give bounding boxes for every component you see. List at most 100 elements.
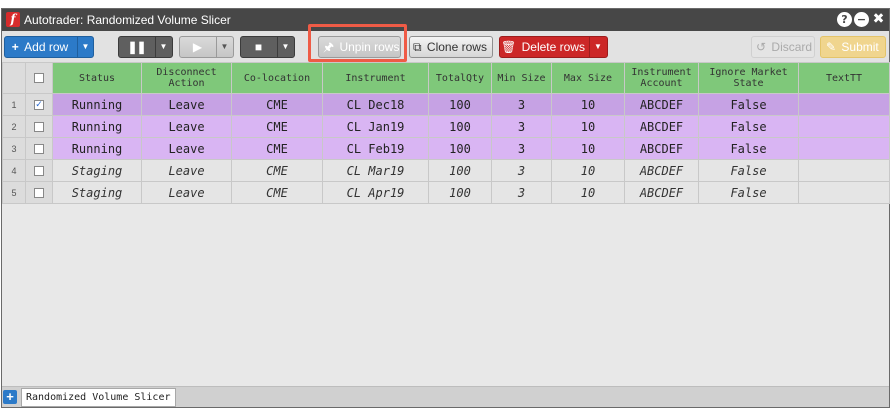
checked-checkbox[interactable]: ✓	[34, 100, 44, 110]
add-row-main[interactable]: + Add row	[5, 37, 77, 57]
table-cell[interactable]: Leave	[141, 137, 232, 160]
select-all-checkbox[interactable]	[34, 72, 44, 83]
table-cell[interactable]: 3	[491, 137, 552, 160]
table-cell[interactable]: 100	[428, 181, 492, 204]
clone-rows-button[interactable]: ⧉ Clone rows	[409, 36, 493, 58]
table-cell[interactable]: Leave	[141, 159, 232, 182]
column-header[interactable]: TotalQty	[428, 62, 492, 94]
table-cell[interactable]: 10	[551, 93, 625, 116]
table-cell[interactable]: 3	[491, 181, 552, 204]
table-cell[interactable]: CME	[231, 115, 323, 138]
column-header[interactable]: TextTT	[798, 62, 890, 94]
table-cell[interactable]: 100	[428, 137, 492, 160]
column-header[interactable]: Instrument	[322, 62, 429, 94]
play-button[interactable]: ▶ ▼	[179, 36, 234, 58]
table-cell[interactable]: CME	[231, 93, 323, 116]
table-cell[interactable]	[798, 93, 890, 116]
table-row[interactable]: 4 Staging Leave CME CL Mar19 100 3 10 ABCDEF Fals…	[2, 159, 890, 182]
row-checkbox[interactable]	[34, 144, 44, 154]
stop-icon[interactable]: ■	[241, 37, 276, 57]
pause-button[interactable]: ❚❚ ▼	[118, 36, 173, 58]
table-cell[interactable]: ABCDEF	[624, 115, 699, 138]
stop-button[interactable]: ■ ▼	[240, 36, 295, 58]
row-checkbox-cell[interactable]	[25, 115, 53, 138]
close-icon[interactable]: ✖	[871, 12, 886, 27]
table-cell[interactable]: Running	[52, 115, 142, 138]
column-header[interactable]: Max Size	[551, 62, 625, 94]
row-checkbox-cell[interactable]: ✓	[25, 93, 53, 116]
table-cell[interactable]: ABCDEF	[624, 181, 699, 204]
row-checkbox[interactable]	[34, 166, 44, 176]
row-checkbox-cell[interactable]	[25, 137, 53, 160]
table-row[interactable]: 2 Running Leave CME CL Jan19 100 3 10 ABCDEF Fals…	[2, 115, 890, 138]
minimize-icon[interactable]: −	[854, 12, 869, 27]
row-checkbox-cell[interactable]	[25, 181, 53, 204]
table-cell[interactable]: ABCDEF	[624, 137, 699, 160]
table-cell[interactable]: False	[698, 93, 799, 116]
add-row-dropdown-icon[interactable]: ▼	[77, 37, 93, 57]
submit-button[interactable]: ✎ Submit	[820, 36, 886, 58]
add-tab-icon[interactable]: +	[3, 390, 17, 404]
table-cell[interactable]: CME	[231, 181, 323, 204]
table-cell[interactable]: False	[698, 115, 799, 138]
pause-icon[interactable]: ❚❚	[119, 37, 154, 57]
table-cell[interactable]: 3	[491, 159, 552, 182]
table-cell[interactable]: False	[698, 137, 799, 160]
table-cell[interactable]: Leave	[141, 181, 232, 204]
play-icon[interactable]: ▶	[180, 37, 215, 57]
row-checkbox-cell[interactable]	[25, 159, 53, 182]
table-cell[interactable]: 100	[428, 93, 492, 116]
table-cell[interactable]	[798, 137, 890, 160]
column-header[interactable]: Instrument Account	[624, 62, 699, 94]
table-cell[interactable]: Running	[52, 93, 142, 116]
table-cell[interactable]: Staging	[52, 159, 142, 182]
delete-rows-main[interactable]: 🗑 Delete rows	[500, 37, 588, 57]
table-cell[interactable]: 10	[551, 115, 625, 138]
help-icon[interactable]: ?	[837, 12, 852, 27]
table-cell[interactable]: 3	[491, 93, 552, 116]
table-row[interactable]: 5 Staging Leave CME CL Apr19 100 3 10 ABCDEF Fals…	[2, 181, 890, 204]
table-cell[interactable]	[798, 159, 890, 182]
table-row[interactable]: 3 Running Leave CME CL Feb19 100 3 10 ABCDEF Fals…	[2, 137, 890, 160]
table-cell[interactable]: Leave	[141, 115, 232, 138]
table-cell[interactable]: False	[698, 159, 799, 182]
table-cell[interactable]: CL Jan19	[322, 115, 429, 138]
table-row[interactable]: 1 ✓ Running Leave CME CL Dec18 100 3 10 ABCDEF Fal…	[2, 93, 890, 116]
select-all-header[interactable]	[25, 62, 53, 94]
pause-dropdown-icon[interactable]: ▼	[155, 37, 171, 57]
table-cell[interactable]: Running	[52, 137, 142, 160]
row-checkbox[interactable]	[34, 188, 44, 198]
row-checkbox[interactable]	[34, 122, 44, 132]
column-header[interactable]: Min Size	[491, 62, 552, 94]
column-header[interactable]: Co-location	[231, 62, 323, 94]
delete-rows-button[interactable]: 🗑 Delete rows ▼	[499, 36, 608, 58]
add-row-button[interactable]: + Add row ▼	[4, 36, 94, 58]
column-header[interactable]: Ignore Market State	[698, 62, 799, 94]
table-cell[interactable]: ABCDEF	[624, 93, 699, 116]
column-header[interactable]: Status	[52, 62, 142, 94]
discard-button[interactable]: ↺ Discard	[751, 36, 815, 58]
table-cell[interactable]: CL Apr19	[322, 181, 429, 204]
table-cell[interactable]: CME	[231, 159, 323, 182]
table-cell[interactable]: 100	[428, 115, 492, 138]
column-header[interactable]: Disconnect Action	[141, 62, 232, 94]
table-cell[interactable]: False	[698, 181, 799, 204]
table-cell[interactable]: CL Feb19	[322, 137, 429, 160]
table-cell[interactable]: CL Dec18	[322, 93, 429, 116]
table-cell[interactable]	[798, 115, 890, 138]
table-cell[interactable]: 10	[551, 137, 625, 160]
table-cell[interactable]: CME	[231, 137, 323, 160]
table-cell[interactable]	[798, 181, 890, 204]
delete-dropdown-icon[interactable]: ▼	[589, 37, 606, 57]
table-cell[interactable]: 10	[551, 159, 625, 182]
play-dropdown-icon[interactable]: ▼	[216, 37, 232, 57]
tab-randomized-volume-slicer[interactable]: Randomized Volume Slicer	[21, 388, 176, 407]
table-cell[interactable]: ABCDEF	[624, 159, 699, 182]
stop-dropdown-icon[interactable]: ▼	[277, 37, 293, 57]
table-cell[interactable]: 100	[428, 159, 492, 182]
table-cell[interactable]: 3	[491, 115, 552, 138]
table-cell[interactable]: CL Mar19	[322, 159, 429, 182]
table-cell[interactable]: Leave	[141, 93, 232, 116]
table-cell[interactable]: Staging	[52, 181, 142, 204]
table-cell[interactable]: 10	[551, 181, 625, 204]
